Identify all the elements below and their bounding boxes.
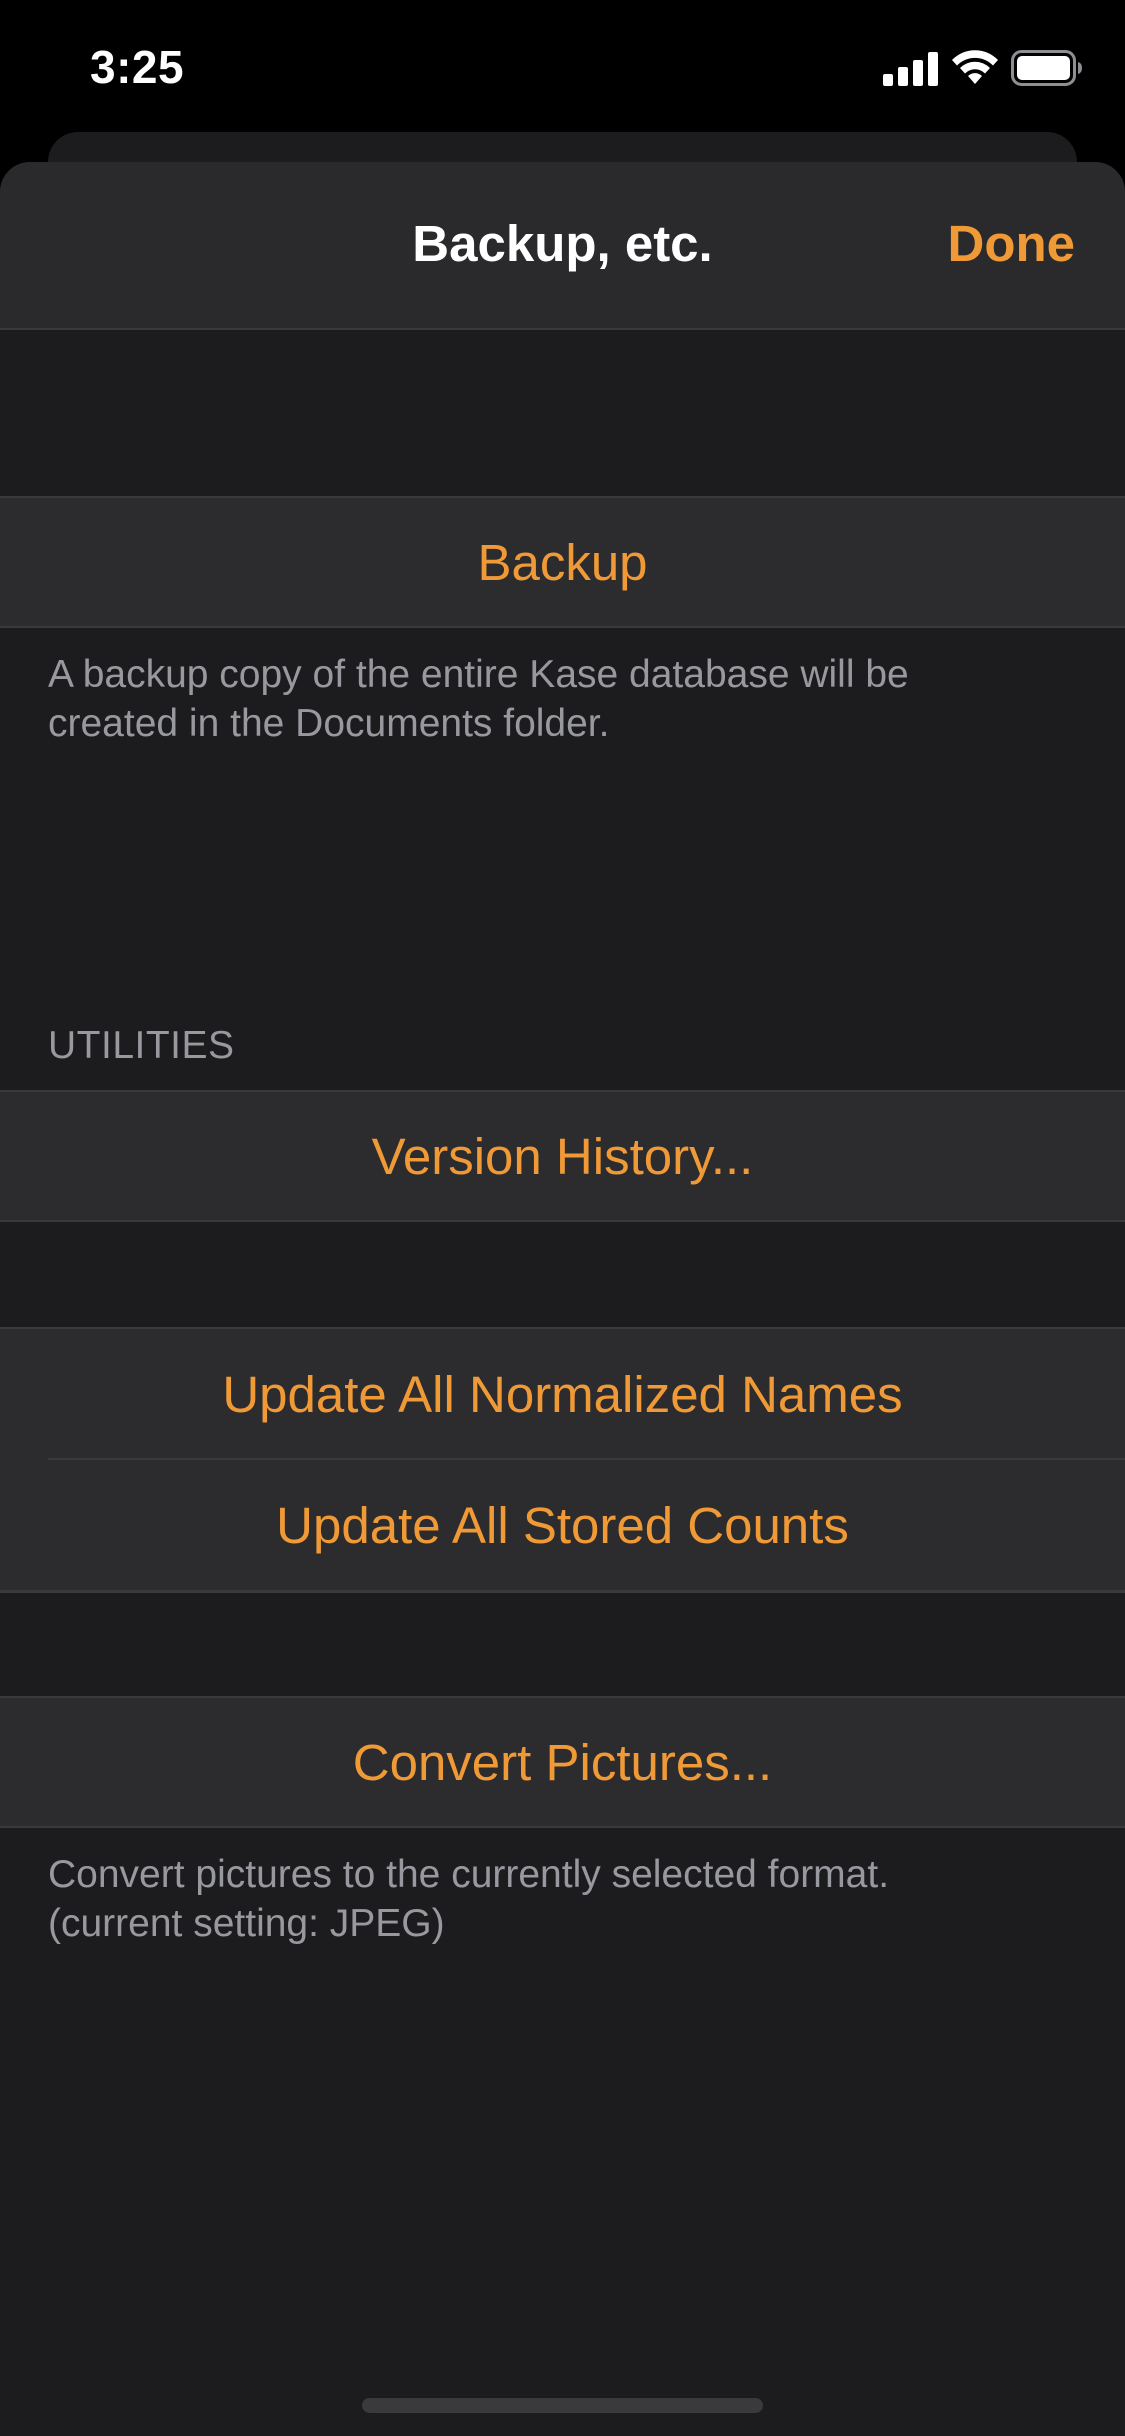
status-icons — [883, 50, 1083, 90]
backup-footer-line-2: created in the Documents folder. — [48, 702, 610, 745]
update-normalized-names-button[interactable]: Update All Normalized Names — [0, 1327, 1125, 1459]
backup-footer-line-1: A backup copy of the entire Kase databas… — [48, 653, 909, 696]
backup-footer: A backup copy of the entire Kase databas… — [48, 650, 1048, 748]
navigation-bar: Backup, etc. Done — [0, 162, 1125, 330]
done-button[interactable]: Done — [948, 214, 1076, 273]
version-history-label: Version History... — [371, 1127, 754, 1185]
update-normalized-names-label: Update All Normalized Names — [222, 1365, 903, 1423]
screen: 3:25 Backup, etc. Done Backup A backup c… — [0, 0, 1125, 2436]
utilities-section-header: UTILITIES — [48, 1024, 235, 1067]
backup-button-label: Backup — [477, 533, 648, 591]
convert-footer-line-2: (current setting: JPEG) — [48, 1902, 445, 1945]
convert-pictures-label: Convert Pictures... — [352, 1733, 773, 1791]
convert-pictures-button[interactable]: Convert Pictures... — [0, 1696, 1125, 1828]
convert-pictures-footer: Convert pictures to the currently select… — [48, 1850, 1048, 1948]
status-time: 3:25 — [90, 41, 185, 93]
convert-footer-line-1: Convert pictures to the currently select… — [48, 1853, 890, 1896]
cellular-signal-icon — [883, 52, 938, 86]
modal-sheet: Backup, etc. Done Backup A backup copy o… — [0, 162, 1125, 2436]
update-stored-counts-button[interactable]: Update All Stored Counts — [0, 1460, 1125, 1592]
update-stored-counts-label: Update All Stored Counts — [276, 1496, 849, 1554]
version-history-button[interactable]: Version History... — [0, 1090, 1125, 1222]
battery-icon — [1011, 50, 1082, 86]
home-indicator[interactable] — [362, 2398, 763, 2413]
backup-button[interactable]: Backup — [0, 496, 1125, 628]
wifi-icon — [952, 50, 998, 84]
status-bar: 3:25 — [0, 0, 1125, 132]
